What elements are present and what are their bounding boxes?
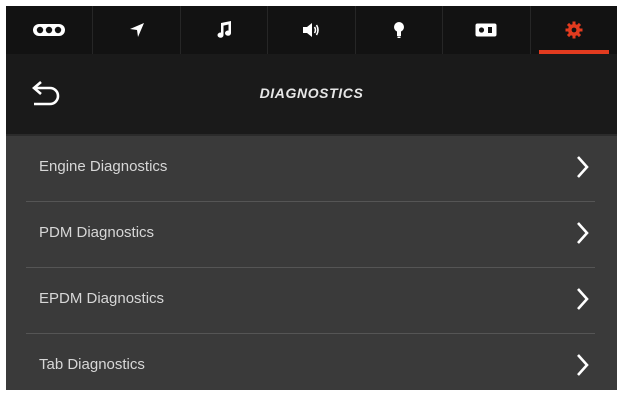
menu-item-label: Tab Diagnostics bbox=[39, 356, 145, 373]
header-bar: DIAGNOSTICS bbox=[6, 54, 617, 136]
menu-item-label: EPDM Diagnostics bbox=[39, 290, 165, 307]
navigation-arrow-icon bbox=[129, 23, 144, 37]
diagnostics-menu: Engine Diagnostics PDM Diagnostics EPDM … bbox=[6, 136, 617, 390]
speaker-icon bbox=[303, 23, 320, 37]
tab-volume[interactable] bbox=[268, 6, 356, 54]
music-note-icon bbox=[217, 21, 232, 38]
tab-vehicle[interactable] bbox=[6, 6, 94, 54]
chevron-right-icon bbox=[577, 354, 589, 376]
tab-music[interactable] bbox=[181, 6, 269, 54]
vehicle-icon bbox=[33, 24, 66, 36]
gear-icon bbox=[565, 21, 583, 39]
tab-gauges[interactable] bbox=[443, 6, 531, 54]
diagnostics-screen: DIAGNOSTICS Engine Diagnostics PDM Diagn… bbox=[6, 6, 617, 390]
bulb-icon bbox=[393, 22, 404, 38]
chevron-right-icon bbox=[577, 222, 589, 244]
page-title: DIAGNOSTICS bbox=[259, 85, 364, 101]
menu-item-engine-diagnostics[interactable]: Engine Diagnostics bbox=[26, 136, 595, 202]
menu-item-epdm-diagnostics[interactable]: EPDM Diagnostics bbox=[26, 268, 595, 334]
chevron-right-icon bbox=[577, 288, 589, 310]
top-navigation-bar bbox=[6, 6, 617, 54]
tab-lights[interactable] bbox=[356, 6, 444, 54]
menu-item-label: Engine Diagnostics bbox=[39, 158, 168, 175]
chevron-right-icon bbox=[577, 156, 589, 178]
menu-item-tab-diagnostics[interactable]: Tab Diagnostics bbox=[26, 334, 595, 390]
tab-navigation[interactable] bbox=[93, 6, 181, 54]
display-toggle-icon bbox=[475, 23, 497, 37]
menu-item-label: PDM Diagnostics bbox=[39, 224, 155, 241]
tab-settings[interactable] bbox=[531, 6, 617, 54]
menu-item-pdm-diagnostics[interactable]: PDM Diagnostics bbox=[26, 202, 595, 268]
